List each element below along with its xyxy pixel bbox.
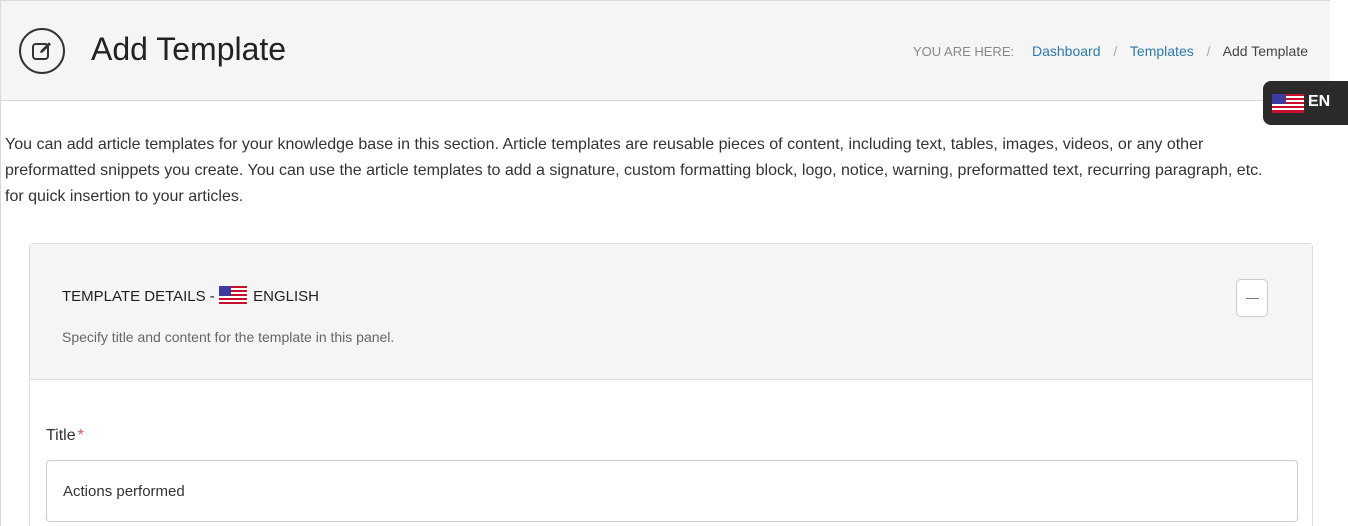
language-switcher-button[interactable]: EN (1263, 81, 1348, 125)
title-field-label: Title * (46, 425, 84, 447)
minus-icon (1246, 298, 1259, 299)
title-label-text: Title (46, 427, 76, 444)
breadcrumb-dashboard-link[interactable]: Dashboard (1032, 43, 1101, 59)
page-title: Add Template (91, 31, 287, 67)
breadcrumb-current: Add Template (1222, 43, 1308, 59)
collapse-panel-button[interactable] (1236, 279, 1268, 317)
title-input[interactable] (46, 460, 1298, 522)
breadcrumb-separator: / (1113, 43, 1118, 59)
breadcrumb-prefix: YOU ARE HERE: (912, 44, 1015, 59)
breadcrumb-templates-link[interactable]: Templates (1130, 43, 1194, 59)
panel-header: TEMPLATE DETAILS - ENGLISH Specify title… (30, 244, 1312, 380)
panel-title-prefix: TEMPLATE DETAILS - (62, 288, 215, 305)
language-code: EN (1308, 93, 1331, 110)
panel-subtitle: Specify title and content for the templa… (62, 329, 395, 345)
edit-icon (19, 28, 65, 74)
panel-title: TEMPLATE DETAILS - ENGLISH (62, 286, 319, 308)
panel-language: ENGLISH (253, 288, 320, 305)
us-flag-icon (218, 286, 247, 304)
breadcrumb: YOU ARE HERE: Dashboard / Templates / Ad… (913, 41, 1308, 62)
breadcrumb-separator: / (1206, 43, 1211, 59)
intro-text: You can add article templates for your k… (5, 136, 1263, 205)
template-details-panel: TEMPLATE DETAILS - ENGLISH Specify title… (29, 243, 1313, 526)
required-marker: * (77, 427, 84, 444)
us-flag-icon (1272, 94, 1304, 113)
page-header: Add Template YOU ARE HERE: Dashboard / T… (1, 1, 1330, 101)
